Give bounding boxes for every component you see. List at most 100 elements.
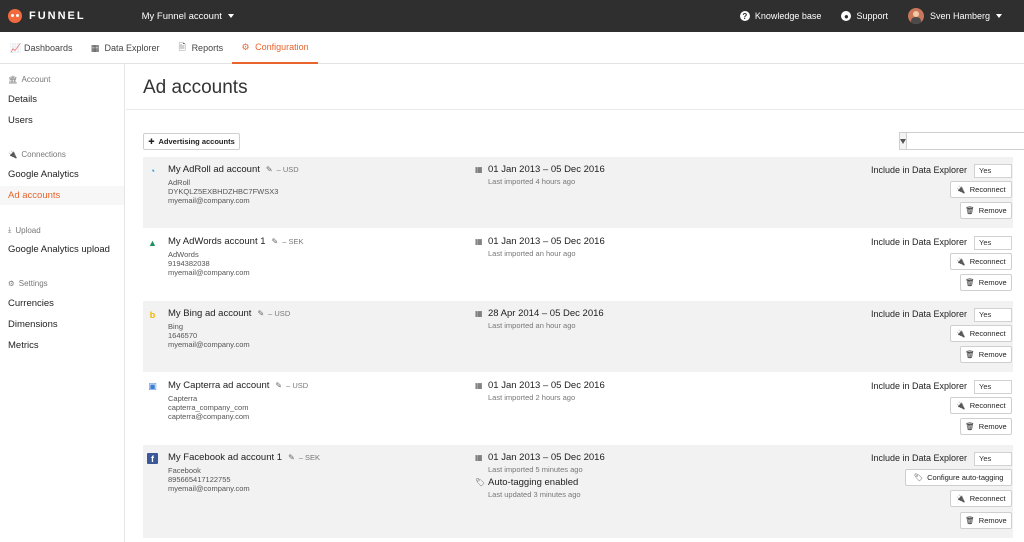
sidebar-item-google-analytics[interactable]: Google Analytics (0, 165, 124, 184)
filter-input[interactable] (907, 132, 1024, 150)
sidebar-item-ad-accounts[interactable]: Ad accounts (0, 186, 124, 205)
top-bar: FUNNEL My Funnel account ? Knowledge bas… (0, 0, 1024, 32)
sidebar-section-upload: ⤓ Upload (8, 225, 41, 235)
remove-button[interactable]: 🗑Remove (960, 418, 1012, 435)
remove-button[interactable]: 🗑Remove (960, 346, 1012, 363)
button-label: Reconnect (970, 494, 1006, 503)
include-select[interactable]: Yes (974, 380, 1012, 394)
include-label: Include in Data Explorer (871, 309, 967, 319)
upload-icon: ⤓ (8, 225, 11, 235)
last-imported: Last imported an hour ago (488, 321, 576, 330)
tab-data-explorer[interactable]: ▦Data Explorer (82, 32, 169, 64)
sidebar-item-users[interactable]: Users (0, 111, 124, 130)
edit-icon[interactable]: ✎ (266, 165, 273, 174)
account-id: 895665417122755 (168, 475, 231, 484)
plug-icon: 🔌 (956, 329, 965, 338)
tab-configuration[interactable]: ⚙ Configuration (232, 32, 318, 64)
tab-dashboards[interactable]: 📈Dashboards (0, 32, 82, 64)
knowledge-base-link[interactable]: ? Knowledge base (740, 11, 822, 21)
logo-text: FUNNEL (29, 10, 86, 22)
sidebar-item-google-analytics-upload[interactable]: Google Analytics upload (0, 240, 124, 259)
button-label: Advertising accounts (159, 137, 235, 146)
tag-icon: 🏷 (914, 473, 924, 482)
plus-icon: ✚ (148, 137, 154, 146)
last-imported: Last imported 4 hours ago (488, 177, 575, 186)
calendar-icon: ▦ (475, 237, 483, 246)
button-label: Remove (979, 278, 1007, 287)
last-imported: Last imported 5 minutes ago (488, 465, 583, 474)
gear-icon: ⚙ (241, 42, 250, 53)
section-title: Upload (15, 226, 40, 235)
reconnect-button[interactable]: 🔌Reconnect (950, 253, 1012, 270)
tab-reports[interactable]: 🗎Reports (169, 32, 233, 64)
button-label: Reconnect (970, 257, 1006, 266)
gear-icon: ⚙ (8, 279, 15, 288)
adwords-icon: ▲ (147, 237, 158, 248)
trash-icon: 🗑 (965, 278, 975, 287)
include-label: Include in Data Explorer (871, 381, 967, 391)
currency-label: – USD (277, 165, 299, 174)
date-range: 01 Jan 2013 – 05 Dec 2016 (488, 452, 605, 463)
include-select[interactable]: Yes (974, 164, 1012, 178)
logo[interactable]: FUNNEL (8, 9, 86, 23)
platform-name: Bing (168, 322, 183, 331)
section-title: Settings (19, 279, 48, 288)
main-nav: 📈Dashboards ▦Data Explorer 🗎Reports ⚙ Con… (0, 32, 1024, 64)
edit-icon[interactable]: ✎ (288, 453, 295, 462)
reconnect-button[interactable]: 🔌 Reconnect (950, 325, 1012, 342)
document-icon: 🗎 (178, 40, 187, 56)
edit-icon[interactable]: ✎ (257, 309, 264, 318)
plug-icon: 🔌 (956, 185, 965, 194)
configure-autotagging-button[interactable]: 🏷Configure auto-tagging (905, 469, 1012, 486)
sidebar-item-metrics[interactable]: Metrics (0, 336, 124, 355)
include-label: Include in Data Explorer (871, 237, 967, 247)
trash-icon: 🗑 (965, 206, 975, 215)
adroll-icon: ◔ (147, 165, 158, 176)
sidebar-item-dimensions[interactable]: Dimensions (0, 315, 124, 334)
button-label: Reconnect (970, 329, 1006, 338)
support-link[interactable]: ● Support (841, 11, 888, 21)
sidebar-item-currencies[interactable]: Currencies (0, 294, 124, 313)
add-advertising-account-button[interactable]: ✚ Advertising accounts (143, 133, 240, 150)
reconnect-button[interactable]: 🔌 Reconnect (950, 181, 1012, 198)
edit-icon[interactable]: ✎ (272, 237, 279, 246)
currency-label: – SEK (299, 453, 320, 462)
filter-button[interactable] (899, 132, 907, 150)
remove-button[interactable]: 🗑Remove (960, 512, 1012, 529)
tag-icon: 🏷 (475, 478, 485, 487)
remove-button[interactable]: 🗑 Remove (960, 274, 1012, 291)
account-email: myemail@company.com (168, 340, 250, 349)
filter-box (899, 132, 1013, 150)
platform-name: AdRoll (168, 178, 190, 187)
account-switcher[interactable]: My Funnel account (142, 11, 234, 22)
date-range: 01 Jan 2013 – 05 Dec 2016 (488, 164, 605, 175)
platform-name: Capterra (168, 394, 197, 403)
account-title: My Facebook ad account 1 (168, 452, 282, 463)
sidebar-item-details[interactable]: Details (0, 90, 124, 109)
date-range: 01 Jan 2013 – 05 Dec 2016 (488, 380, 605, 391)
remove-button[interactable]: 🗑Remove (960, 202, 1012, 219)
button-label: Reconnect (970, 185, 1006, 194)
currency-label: – SEK (282, 237, 303, 246)
caret-down-icon (996, 14, 1002, 18)
main-content: Ad accounts ✚ Advertising accounts ◔ My … (126, 64, 1024, 542)
tab-label: Configuration (255, 42, 309, 52)
capterra-icon: ▣ (147, 381, 158, 392)
reconnect-button[interactable]: 🔌 Reconnect (950, 490, 1012, 507)
calendar-icon: ▦ (475, 165, 483, 174)
support-label: Support (856, 11, 888, 21)
currency-label: – USD (268, 309, 290, 318)
account-name: My Capterra ad account ✎ – USD (168, 380, 308, 391)
user-menu[interactable]: Sven Hamberg (908, 8, 1002, 24)
edit-icon[interactable]: ✎ (275, 381, 282, 390)
reconnect-button[interactable]: 🔌Reconnect (950, 397, 1012, 414)
include-select[interactable]: Yes (974, 236, 1012, 250)
bing-icon: b (147, 309, 158, 320)
plug-icon: 🔌 (956, 494, 965, 503)
sidebar-section-account: 🏛Account (8, 75, 50, 84)
knowledge-base-label: Knowledge base (755, 11, 822, 21)
plug-icon: 🔌 (956, 401, 965, 410)
include-select[interactable]: Yes (974, 308, 1012, 322)
include-select[interactable]: Yes (974, 452, 1012, 466)
date-range: 28 Apr 2014 – 05 Dec 2016 (488, 308, 604, 319)
